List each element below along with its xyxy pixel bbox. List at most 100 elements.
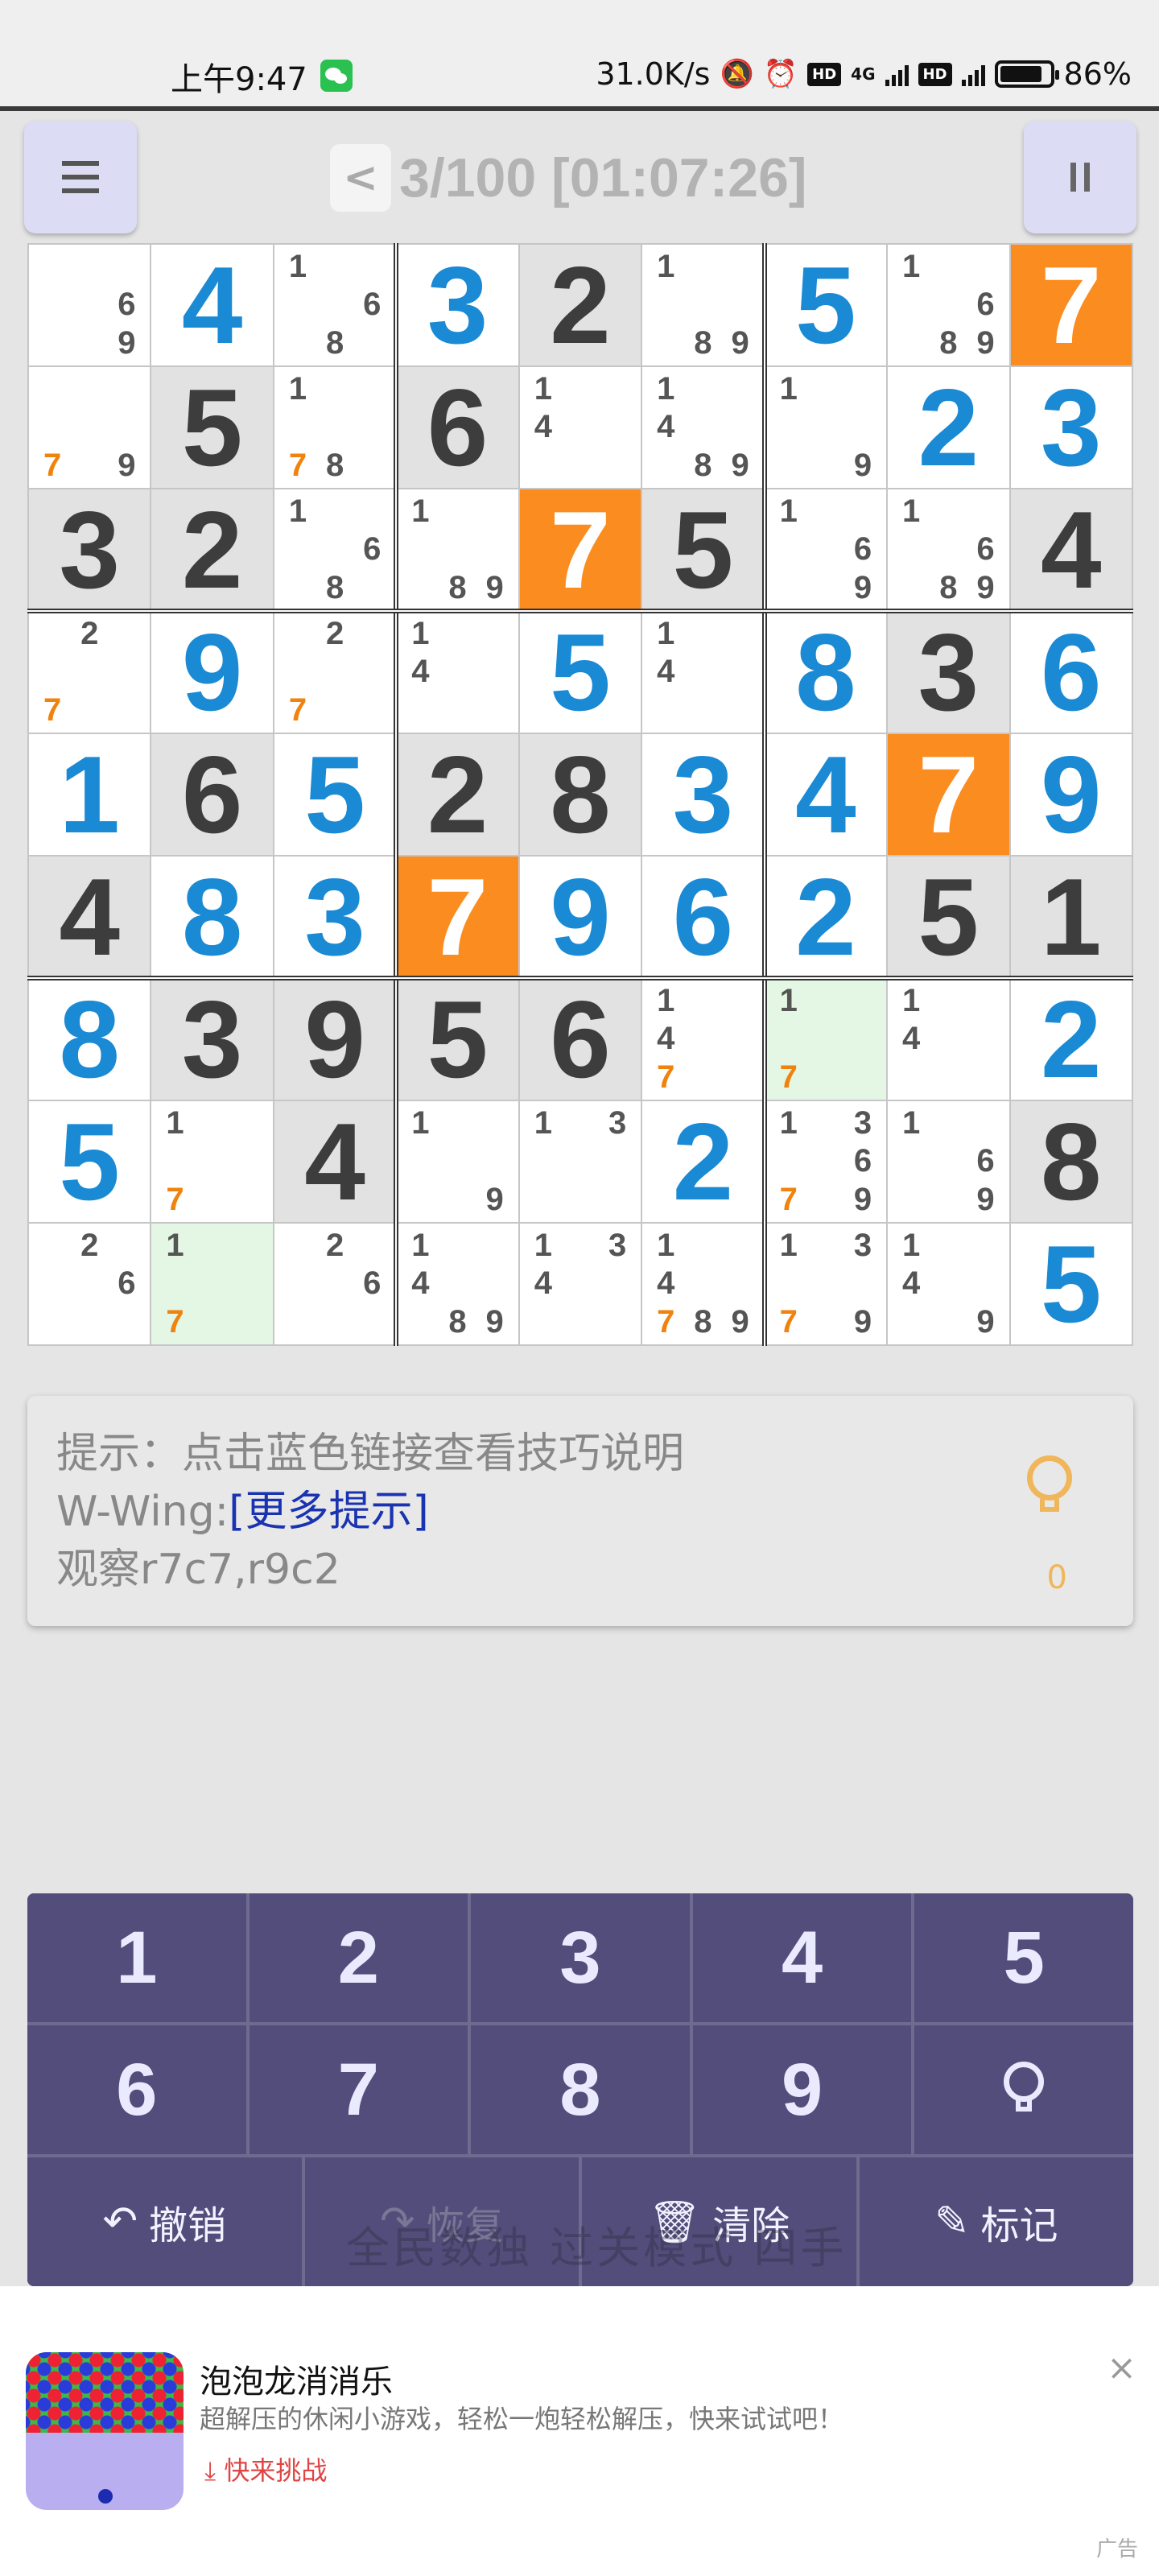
cell-r8c7[interactable]: 1 36 7 9: [765, 1101, 887, 1222]
cell-r4c9[interactable]: 6: [1010, 611, 1132, 733]
cell-r8c9[interactable]: 8: [1010, 1100, 1132, 1223]
undo-button[interactable]: ↶ 撤销: [27, 2157, 302, 2286]
cell-r7c4[interactable]: 5: [397, 978, 518, 1100]
cell-r7c2[interactable]: 3: [151, 978, 273, 1100]
cell-r6c1[interactable]: 4: [29, 856, 151, 978]
cell-r5c6[interactable]: 3: [642, 733, 764, 856]
cell-r4c4[interactable]: 14: [397, 612, 518, 733]
cell-r6c3[interactable]: 3: [274, 856, 396, 978]
cell-r3c8[interactable]: 1689: [888, 489, 1009, 610]
cell-r9c1[interactable]: 26: [29, 1224, 151, 1344]
cell-r2c2[interactable]: 5: [151, 366, 273, 489]
cell-r9c6[interactable]: 14789: [642, 1224, 764, 1344]
cell-r5c2[interactable]: 6: [151, 733, 273, 856]
cell-r2c6[interactable]: 1489: [642, 367, 764, 488]
ad-cta-button[interactable]: ⤓ 快来挑战: [204, 2450, 327, 2487]
menu-button[interactable]: [24, 121, 137, 233]
cell-r5c7[interactable]: 4: [765, 733, 887, 856]
cell-r4c2[interactable]: 9: [151, 611, 273, 733]
cell-r3c5[interactable]: 7: [519, 489, 641, 611]
cell-r8c1[interactable]: 5: [29, 1100, 151, 1223]
cell-r4c6[interactable]: 14: [642, 612, 764, 733]
cell-r4c7[interactable]: 8: [765, 611, 887, 733]
key-7[interactable]: 7: [249, 2025, 468, 2154]
cell-r6c7[interactable]: 2: [765, 856, 887, 978]
ad-game-image[interactable]: [26, 2352, 184, 2510]
cell-r9c3[interactable]: 26: [274, 1224, 396, 1344]
lightbulb-icon[interactable]: [1025, 1455, 1074, 1544]
cell-r3c2[interactable]: 2: [151, 489, 273, 611]
cell-r3c9[interactable]: 4: [1010, 489, 1132, 611]
cell-r3c4[interactable]: 1 89: [397, 489, 518, 610]
cell-r3c7[interactable]: 1 69: [765, 489, 887, 610]
cell-r1c6[interactable]: 1 89: [642, 245, 764, 365]
cell-r6c4[interactable]: 7: [397, 856, 518, 978]
cell-r2c9[interactable]: 3: [1010, 366, 1132, 489]
cell-r2c8[interactable]: 2: [888, 366, 1009, 489]
cell-r2c4[interactable]: 6: [397, 366, 518, 489]
cell-r5c9[interactable]: 9: [1010, 733, 1132, 856]
cell-r9c8[interactable]: 14 9: [888, 1224, 1009, 1344]
cell-r7c1[interactable]: 8: [29, 978, 151, 1100]
cell-r8c3[interactable]: 4: [274, 1100, 396, 1223]
key-4[interactable]: 4: [692, 1893, 912, 2022]
ad-banner[interactable]: 泡泡龙消消乐 超解压的休闲小游戏，轻松一炮轻松解压，快来试试吧！ ⤓ 快来挑战 …: [0, 2286, 1159, 2576]
mark-button[interactable]: ✎ 标记: [859, 2157, 1133, 2286]
back-button[interactable]: <: [330, 144, 391, 212]
pause-button[interactable]: [1024, 121, 1136, 233]
cell-r9c7[interactable]: 1 3 7 9: [765, 1224, 887, 1344]
cell-r4c1[interactable]: 27: [29, 612, 151, 733]
cell-r3c1[interactable]: 3: [29, 489, 151, 611]
cell-r1c9[interactable]: 7: [1010, 244, 1132, 366]
cell-r8c5[interactable]: 13: [519, 1101, 641, 1222]
cell-r3c6[interactable]: 5: [642, 489, 764, 611]
hint-key[interactable]: [914, 2025, 1133, 2154]
key-2[interactable]: 2: [249, 1893, 468, 2022]
key-6[interactable]: 6: [27, 2025, 246, 2154]
key-1[interactable]: 1: [27, 1893, 246, 2022]
cell-r6c5[interactable]: 9: [519, 856, 641, 978]
cell-r1c7[interactable]: 5: [765, 244, 887, 366]
cell-r5c1[interactable]: 1: [29, 733, 151, 856]
cell-r8c8[interactable]: 1 69: [888, 1101, 1009, 1222]
key-9[interactable]: 9: [692, 2025, 912, 2154]
cell-r1c2[interactable]: 4: [151, 244, 273, 366]
cell-r6c8[interactable]: 5: [888, 856, 1009, 978]
cell-r3c3[interactable]: 1 68: [274, 489, 396, 610]
cell-r5c3[interactable]: 5: [274, 733, 396, 856]
cell-r1c8[interactable]: 1689: [888, 245, 1009, 365]
cell-r1c1[interactable]: 69: [29, 245, 151, 365]
cell-r2c1[interactable]: 79: [29, 367, 151, 488]
cell-r4c8[interactable]: 3: [888, 611, 1009, 733]
cell-r5c8[interactable]: 7: [888, 733, 1009, 856]
cell-r7c9[interactable]: 2: [1010, 978, 1132, 1100]
cell-r8c6[interactable]: 2: [642, 1100, 764, 1223]
cell-r9c9[interactable]: 5: [1010, 1223, 1132, 1345]
cell-r8c2[interactable]: 17: [151, 1101, 273, 1222]
cell-r1c5[interactable]: 2: [519, 244, 641, 366]
cell-r2c3[interactable]: 1 78: [274, 367, 396, 488]
cell-r1c3[interactable]: 1 68: [274, 245, 396, 365]
cell-r4c3[interactable]: 27: [274, 612, 396, 733]
cell-r2c7[interactable]: 19: [765, 367, 887, 488]
cell-r7c8[interactable]: 14: [888, 979, 1009, 1100]
cell-r7c3[interactable]: 9: [274, 978, 396, 1100]
cell-r5c5[interactable]: 8: [519, 733, 641, 856]
cell-r6c2[interactable]: 8: [151, 856, 273, 978]
cell-r6c9[interactable]: 1: [1010, 856, 1132, 978]
cell-r5c4[interactable]: 2: [397, 733, 518, 856]
key-3[interactable]: 3: [471, 1893, 690, 2022]
cell-r9c4[interactable]: 1489: [397, 1224, 518, 1344]
key-8[interactable]: 8: [471, 2025, 690, 2154]
close-icon[interactable]: ×: [1107, 2347, 1136, 2388]
cell-r7c5[interactable]: 6: [519, 978, 641, 1100]
cell-r2c5[interactable]: 14: [519, 367, 641, 488]
cell-r7c7[interactable]: 17: [765, 979, 887, 1100]
cell-r8c4[interactable]: 19: [397, 1101, 518, 1222]
ad-title[interactable]: 泡泡龙消消乐: [200, 2355, 393, 2402]
key-5[interactable]: 5: [914, 1893, 1133, 2022]
more-hints-link[interactable]: [更多提示]: [229, 1488, 429, 1536]
cell-r9c5[interactable]: 1 3 4: [519, 1224, 641, 1344]
cell-r4c5[interactable]: 5: [519, 611, 641, 733]
cell-r1c4[interactable]: 3: [397, 244, 518, 366]
